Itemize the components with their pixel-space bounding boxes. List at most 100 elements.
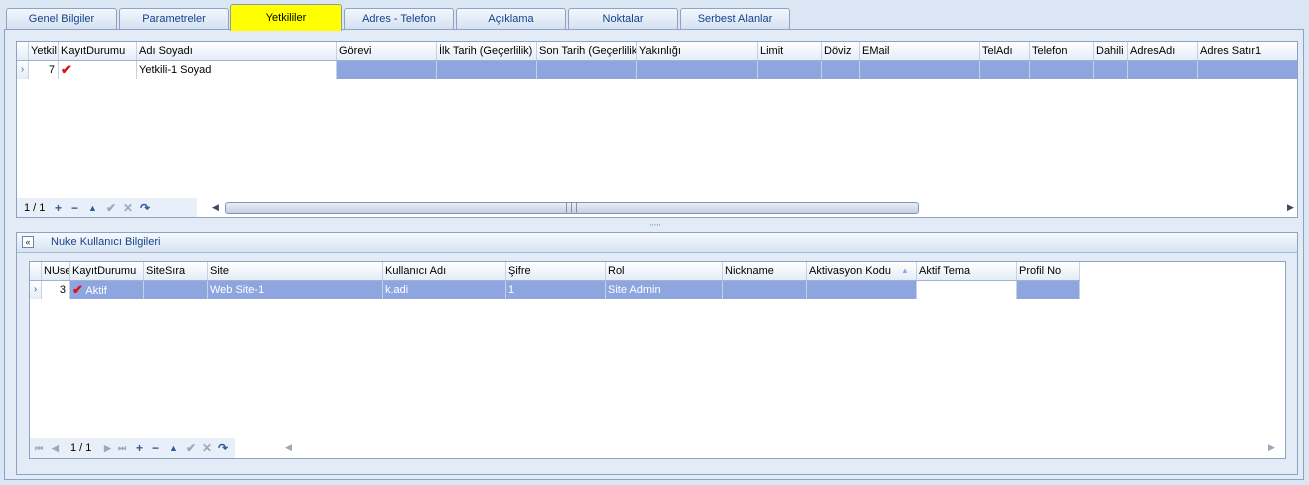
cell-son-tarih[interactable] xyxy=(537,61,637,79)
col-nuse[interactable]: NUse xyxy=(42,262,70,280)
col-kayit-durumu[interactable]: KayıtDurumu xyxy=(59,42,137,60)
col-kayit-durumu[interactable]: KayıtDurumu xyxy=(70,262,144,280)
scroll-right-icon[interactable]: ▶ xyxy=(1287,202,1294,213)
cell-aktivasyon-kodu[interactable] xyxy=(807,281,917,299)
cell-nuse[interactable]: 3 xyxy=(42,281,70,299)
horizontal-scrollbar[interactable]: ◀ ▶ xyxy=(280,440,1280,456)
table-row[interactable]: › 3 ✔ Aktif Web Site-1 k.adi 1 Site Admi… xyxy=(30,281,1080,299)
refresh-icon[interactable]: ↷ xyxy=(218,441,228,455)
group-title: Nuke Kullanıcı Bilgileri xyxy=(51,236,161,248)
tab-parametreler[interactable]: Parametreler xyxy=(119,8,229,29)
col-email[interactable]: EMail xyxy=(860,42,980,60)
scroll-right-icon[interactable]: ▶ xyxy=(1268,442,1275,453)
cell-aktif-tema[interactable] xyxy=(917,281,1017,299)
last-record-icon[interactable]: ⏭ xyxy=(118,441,126,455)
cell-kullanici-adi[interactable]: k.adi xyxy=(383,281,506,299)
append-icon[interactable]: + xyxy=(136,441,143,455)
cell-doviz[interactable] xyxy=(822,61,860,79)
col-teladi[interactable]: TelAdı xyxy=(980,42,1030,60)
tab-genel-bilgiler[interactable]: Genel Bilgiler xyxy=(6,8,117,29)
cell-yakinligi[interactable] xyxy=(637,61,758,79)
col-adi-soyadi[interactable]: Adı Soyadı xyxy=(137,42,337,60)
status-text: Aktif xyxy=(74,65,96,77)
col-site-sira[interactable]: SiteSıra xyxy=(144,262,208,280)
tab-adres-telefon[interactable]: Adres - Telefon xyxy=(344,8,454,29)
col-ilk-tarih[interactable]: İlk Tarih (Geçerlilik) xyxy=(437,42,537,60)
cell-sifre[interactable]: 1 xyxy=(506,281,606,299)
cell-dahili[interactable] xyxy=(1094,61,1128,79)
tab-aciklama[interactable]: Açıklama xyxy=(456,8,566,29)
edit-icon[interactable]: ▲ xyxy=(88,201,97,215)
col-adres-satir1[interactable]: Adres Satır1 xyxy=(1198,42,1297,60)
tab-serbest-alanlar[interactable]: Serbest Alanlar xyxy=(680,8,790,29)
tab-strip: Genel Bilgiler Parametreler Yetkililer A… xyxy=(0,0,1309,31)
first-record-icon[interactable]: ⏮ xyxy=(35,441,43,455)
col-limit[interactable]: Limit xyxy=(758,42,822,60)
horizontal-scrollbar[interactable]: ◀ │││ ▶ xyxy=(207,200,1297,216)
col-sifre[interactable]: Şifre xyxy=(506,262,606,280)
cell-ilk-tarih[interactable] xyxy=(437,61,537,79)
post-icon[interactable]: ✔ xyxy=(186,441,196,455)
cell-site[interactable]: Web Site-1 xyxy=(208,281,383,299)
cell-rol[interactable]: Site Admin xyxy=(606,281,723,299)
cell-gorevi[interactable] xyxy=(337,61,437,79)
col-telefon[interactable]: Telefon xyxy=(1030,42,1094,60)
cancel-icon[interactable]: ✕ xyxy=(202,441,212,455)
row-indicator-header xyxy=(30,262,42,280)
col-gorevi[interactable]: Görevi xyxy=(337,42,437,60)
col-yakinligi[interactable]: Yakınlığı xyxy=(637,42,758,60)
group-header: « Nuke Kullanıcı Bilgileri xyxy=(17,233,1297,253)
scroll-left-icon[interactable]: ◀ xyxy=(285,442,292,453)
cell-teladi[interactable] xyxy=(980,61,1030,79)
tab-yetkililer[interactable]: Yetkililer xyxy=(230,4,342,31)
status-text: Aktif xyxy=(85,285,107,297)
collapse-icon[interactable]: « xyxy=(22,236,34,248)
cell-kayit-durumu[interactable]: ✔ Aktif xyxy=(70,281,144,299)
col-aktivasyon-kodu[interactable]: Aktivasyon Kodu ▲ xyxy=(807,262,917,280)
col-kullanici-adi[interactable]: Kullanıcı Adı xyxy=(383,262,506,280)
cell-email[interactable] xyxy=(860,61,980,79)
edit-icon[interactable]: ▲ xyxy=(169,441,178,455)
tab-content-panel: Yetkil KayıtDurumu Adı Soyadı Görevi İlk… xyxy=(4,29,1304,480)
cell-limit[interactable] xyxy=(758,61,822,79)
col-profil-no[interactable]: Profil No xyxy=(1017,262,1080,280)
col-nickname[interactable]: Nickname xyxy=(723,262,807,280)
append-icon[interactable]: + xyxy=(55,201,62,215)
col-doviz[interactable]: Döviz xyxy=(822,42,860,60)
cell-adres-satir1[interactable] xyxy=(1198,61,1297,79)
col-yetkil[interactable]: Yetkil xyxy=(29,42,59,60)
col-site[interactable]: Site xyxy=(208,262,383,280)
row-indicator-header xyxy=(17,42,29,60)
col-son-tarih[interactable]: Son Tarih (Geçerlilik) xyxy=(537,42,637,60)
nuke-users-grid[interactable]: NUse KayıtDurumu SiteSıra Site Kullanıcı… xyxy=(29,261,1286,459)
prev-record-icon[interactable]: ◀ xyxy=(52,441,59,455)
refresh-icon[interactable]: ↷ xyxy=(140,201,150,215)
tab-noktalar[interactable]: Noktalar xyxy=(568,8,678,29)
grid-header: Yetkil KayıtDurumu Adı Soyadı Görevi İlk… xyxy=(17,42,1297,61)
cell-profil-no[interactable] xyxy=(1017,281,1080,299)
delete-icon[interactable]: − xyxy=(71,201,78,215)
cell-site-sira[interactable] xyxy=(144,281,208,299)
next-record-icon[interactable]: ▶ xyxy=(104,441,111,455)
col-rol[interactable]: Rol xyxy=(606,262,723,280)
nuke-kullanici-group: « Nuke Kullanıcı Bilgileri NUse KayıtDur… xyxy=(16,232,1298,475)
post-icon[interactable]: ✔ xyxy=(106,201,116,215)
check-icon: ✔ xyxy=(72,282,83,297)
col-adres-adi[interactable]: AdresAdı xyxy=(1128,42,1198,60)
cancel-icon[interactable]: ✕ xyxy=(123,201,133,215)
cell-adres-adi[interactable] xyxy=(1128,61,1198,79)
table-row[interactable]: › 7 ✔ Aktif Yetkili-1 Soyad xyxy=(17,61,1297,79)
splitter[interactable]: ,,,,, xyxy=(5,219,1305,227)
cell-adi-soyadi[interactable]: Yetkili-1 Soyad xyxy=(137,61,337,79)
sort-asc-icon: ▲ xyxy=(901,266,909,275)
cell-telefon[interactable] xyxy=(1030,61,1094,79)
cell-kayit-durumu[interactable]: ✔ Aktif xyxy=(59,61,137,79)
scroll-left-icon[interactable]: ◀ xyxy=(212,202,219,213)
scroll-thumb[interactable]: │││ xyxy=(225,202,919,214)
cell-yetkil[interactable]: 7 xyxy=(29,61,59,79)
delete-icon[interactable]: − xyxy=(152,441,159,455)
col-aktif-tema[interactable]: Aktif Tema xyxy=(917,262,1017,280)
cell-nickname[interactable] xyxy=(723,281,807,299)
yetkililer-grid[interactable]: Yetkil KayıtDurumu Adı Soyadı Görevi İlk… xyxy=(16,41,1298,218)
col-dahili[interactable]: Dahili xyxy=(1094,42,1128,60)
